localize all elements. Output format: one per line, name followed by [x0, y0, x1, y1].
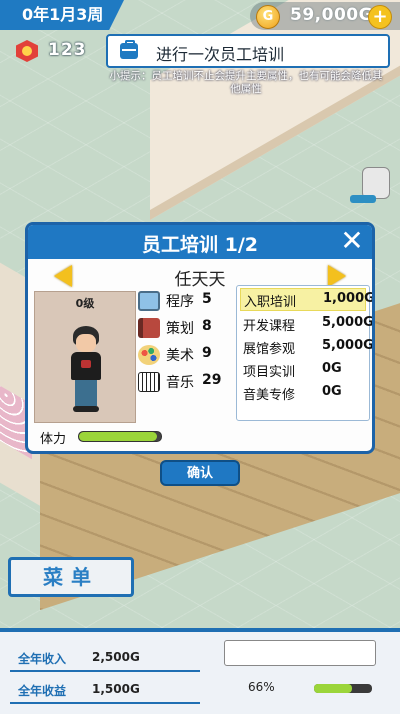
briefcase-icon: [120, 40, 138, 59]
course-name: 音美专修: [243, 388, 296, 403]
stat-value: 2,500G: [92, 650, 140, 664]
course-name: 开发课程: [243, 319, 296, 334]
task-text: 进行一次员工培训: [156, 45, 285, 64]
skill-value: 8: [202, 318, 212, 334]
skill-label: 程序: [166, 294, 194, 310]
tip-text: 小提示：员工培训不止会提升主要属性，也有可能会降低其他属性: [109, 70, 383, 95]
skill-row: 美术 9: [138, 343, 238, 370]
task-banner[interactable]: 进行一次员工培训: [106, 34, 390, 68]
course-item[interactable]: 音美专修 0G: [240, 382, 366, 403]
course-cost: 1,000G: [323, 291, 375, 306]
course-cost: 5,000G: [322, 338, 374, 353]
info-card[interactable]: [224, 640, 376, 666]
close-button[interactable]: ✕: [338, 227, 366, 255]
skill-label: 策划: [166, 321, 194, 337]
employee-level: 0级: [75, 297, 95, 310]
bottom-panel: 全年收入 2,500G 全年收益 1,500G 66%: [0, 628, 400, 714]
book-icon: [138, 318, 160, 338]
course-cost: 0G: [322, 384, 342, 399]
course-item[interactable]: 项目实训 0G: [240, 359, 366, 380]
course-cost: 5,000G: [322, 315, 374, 330]
piano-icon: [138, 372, 160, 392]
stat-row: 全年收益 1,500G: [10, 678, 210, 704]
skill-row: 策划 8: [138, 316, 238, 343]
skill-list: 程序 5 策划 8 美术 9 音乐 29: [138, 289, 238, 397]
skill-value: 29: [202, 372, 222, 388]
skill-label: 美术: [166, 348, 194, 364]
monitor-icon: [138, 291, 160, 311]
employee-avatar: [67, 326, 105, 414]
course-name: 入职培训: [244, 295, 297, 310]
stamina-label: 体力: [40, 432, 67, 447]
course-name: 展馆参观: [243, 342, 296, 357]
course-cost: 0G: [322, 361, 342, 376]
next-employee-arrow-icon[interactable]: [328, 265, 346, 287]
skill-row: 音乐 29: [138, 370, 238, 397]
stat-value: 1,500G: [92, 682, 140, 696]
stat-row: 全年收入 2,500G: [10, 646, 210, 672]
stat-label: 全年收益: [18, 684, 67, 698]
menu-button[interactable]: 菜单: [8, 557, 134, 597]
coin-icon: G: [256, 5, 280, 29]
dialog-header: 员工培训 1/2 ✕: [28, 225, 372, 259]
add-money-button[interactable]: +: [368, 5, 392, 29]
stat-label: 全年收入: [18, 652, 67, 666]
palette-icon: [138, 345, 160, 365]
skill-value: 9: [202, 345, 212, 361]
stamina-bar: [78, 431, 162, 442]
stamina-bar-fill: [79, 432, 157, 441]
skill-value: 5: [202, 291, 212, 307]
progress-percent: 66%: [248, 680, 275, 694]
vacuum-robot-icon[interactable]: [350, 155, 390, 203]
confirm-button[interactable]: 确认: [160, 460, 240, 486]
course-item[interactable]: 展馆参观 5,000G: [240, 336, 372, 357]
employee-portrait: 0级: [34, 291, 136, 423]
stat-divider: [10, 670, 200, 672]
level-value: 123: [48, 40, 87, 60]
course-name: 项目实训: [243, 365, 296, 380]
course-list: 入职培训 1,000G 开发课程 5,000G 展馆参观 5,000G 项目实训…: [236, 285, 372, 421]
skill-row: 程序 5: [138, 289, 238, 316]
dialog-title: 员工培训 1/2: [142, 234, 258, 256]
course-item[interactable]: 开发课程 5,000G: [240, 313, 372, 334]
date-display: 0年1月3周: [0, 0, 124, 30]
progress-bar: [314, 684, 372, 693]
progress-bar-fill: [314, 684, 353, 693]
money-amount: 59,000G: [290, 5, 374, 25]
skill-label: 音乐: [166, 375, 194, 391]
course-item[interactable]: 入职培训 1,000G: [240, 288, 372, 311]
training-dialog: 员工培训 1/2 ✕ 任天天 0级 程序 5 策划 8 美术 9 音乐 29 入…: [25, 222, 375, 454]
stat-divider: [10, 702, 200, 704]
